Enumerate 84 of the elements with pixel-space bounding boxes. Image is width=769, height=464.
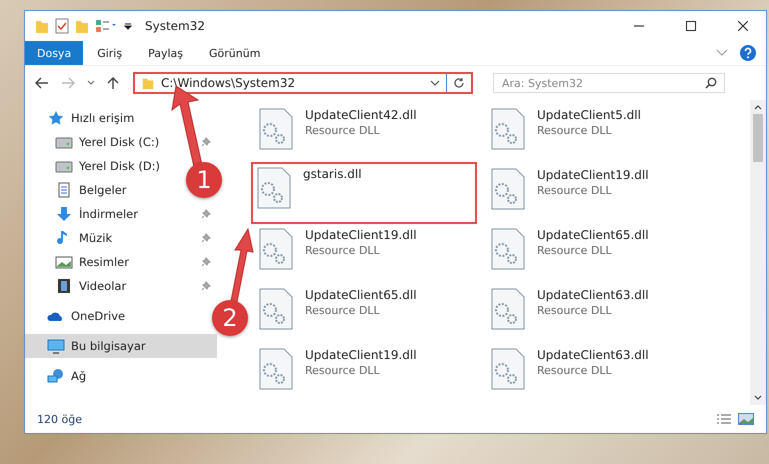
file-type: Resource DLL — [537, 124, 613, 137]
search-icon — [705, 77, 717, 89]
file-type: Resource DLL — [537, 184, 613, 197]
ribbon-tab[interactable]: Görünüm — [197, 41, 272, 65]
file-item[interactable]: UpdateClient19.dll Resource DLL — [257, 224, 419, 274]
file-type: Resource DLL — [305, 244, 381, 257]
sidebar-item[interactable]: Resimler — [55, 250, 133, 274]
checklist-icon[interactable] — [55, 18, 69, 34]
file-item[interactable]: UpdateClient19.dll Resource DLL — [489, 164, 651, 214]
file-name: UpdateClient19.dll — [305, 228, 417, 242]
ribbon-tab[interactable]: Giriş — [85, 41, 134, 65]
file-name: UpdateClient19.dll — [305, 348, 417, 362]
file-item[interactable]: UpdateClient5.dll Resource DLL — [489, 104, 643, 154]
item-count: 120 öğe — [37, 412, 82, 426]
file-item[interactable]: UpdateClient42.dll Resource DLL — [257, 104, 419, 154]
film-icon — [55, 278, 73, 294]
gear-file-icon — [259, 108, 293, 150]
file-name: UpdateClient5.dll — [537, 108, 641, 122]
dropdown-icon[interactable] — [123, 21, 133, 31]
large-icons-view-icon[interactable] — [738, 413, 754, 425]
star-icon — [47, 110, 65, 126]
gear-file-icon — [491, 168, 525, 210]
gear-file-icon — [257, 167, 291, 209]
monitor-icon — [47, 338, 65, 354]
file-name: gstaris.dll — [303, 167, 362, 181]
search-field[interactable]: Ara: System32 — [493, 73, 725, 93]
file-name: UpdateClient42.dll — [305, 108, 417, 122]
down-arrow-icon — [55, 206, 73, 222]
file-name: UpdateClient65.dll — [305, 288, 417, 302]
gear-file-icon — [491, 348, 525, 390]
up-arrow-icon[interactable] — [107, 76, 119, 90]
gear-file-icon — [259, 228, 293, 270]
gear-file-icon — [491, 108, 525, 150]
file-name: UpdateClient65.dll — [537, 228, 649, 242]
gear-file-icon — [259, 288, 293, 330]
folder-icon — [141, 76, 155, 90]
scrollbar[interactable] — [750, 100, 766, 405]
file-type: Resource DLL — [305, 364, 381, 377]
file-name: UpdateClient63.dll — [537, 288, 649, 302]
file-item[interactable]: UpdateClient19.dll Resource DLL — [257, 344, 419, 394]
recent-dropdown-icon[interactable] — [87, 80, 95, 86]
back-arrow-icon[interactable] — [35, 77, 49, 89]
address-path: C:\Windows\System32 — [161, 76, 296, 90]
sidebar-item[interactable]: Belgeler — [55, 178, 131, 202]
gear-file-icon — [259, 348, 293, 390]
sidebar-item[interactable]: Videolar — [55, 274, 130, 298]
file-item[interactable]: UpdateClient63.dll Resource DLL — [489, 344, 651, 394]
file-type: Resource DLL — [537, 364, 613, 377]
help-icon[interactable] — [740, 45, 756, 61]
file-type: Resource DLL — [537, 244, 613, 257]
chevron-down-icon[interactable] — [430, 80, 440, 86]
file-item[interactable]: UpdateClient65.dll Resource DLL — [257, 284, 419, 334]
gear-file-icon — [491, 228, 525, 270]
file-item[interactable]: UpdateClient65.dll Resource DLL — [489, 224, 651, 274]
ribbon-tab[interactable]: Paylaş — [136, 41, 195, 65]
sidebar-item[interactable]: Yerel Disk (C:) — [55, 130, 164, 154]
window-title: System32 — [145, 19, 206, 33]
refresh-icon[interactable] — [453, 77, 465, 89]
file-item[interactable]: gstaris.dll — [251, 162, 477, 224]
scroll-up-icon[interactable] — [754, 104, 762, 110]
sidebar-item[interactable]: Ağ — [47, 364, 90, 388]
picture-icon — [55, 254, 73, 270]
details-view-icon[interactable] — [716, 413, 732, 425]
address-bar[interactable]: C:\Windows\System32 — [133, 72, 473, 94]
file-name: UpdateClient19.dll — [537, 168, 649, 182]
maximize-icon — [686, 21, 696, 31]
sidebar-item[interactable]: OneDrive — [47, 304, 130, 328]
close-icon — [738, 21, 748, 31]
scroll-down-icon[interactable] — [754, 395, 762, 401]
ribbon-tab[interactable]: Dosya — [25, 41, 84, 65]
sidebar-item[interactable]: Müzik — [55, 226, 116, 250]
sidebar-item[interactable]: İndirmeler — [55, 202, 142, 226]
properties-icon[interactable] — [95, 19, 117, 33]
file-type: Resource DLL — [305, 124, 381, 137]
gear-file-icon — [491, 288, 525, 330]
file-type: Resource DLL — [537, 304, 613, 317]
network-icon — [47, 368, 65, 384]
scrollbar-thumb[interactable] — [753, 114, 763, 162]
sidebar-item[interactable]: Yerel Disk (D:) — [55, 154, 164, 178]
file-name: UpdateClient63.dll — [537, 348, 649, 362]
file-type: Resource DLL — [305, 304, 381, 317]
sidebar-item[interactable]: Hızlı erişim — [47, 106, 138, 130]
file-item[interactable]: UpdateClient63.dll Resource DLL — [489, 284, 651, 334]
sidebar-item[interactable]: Bu bilgisayar — [25, 334, 217, 358]
